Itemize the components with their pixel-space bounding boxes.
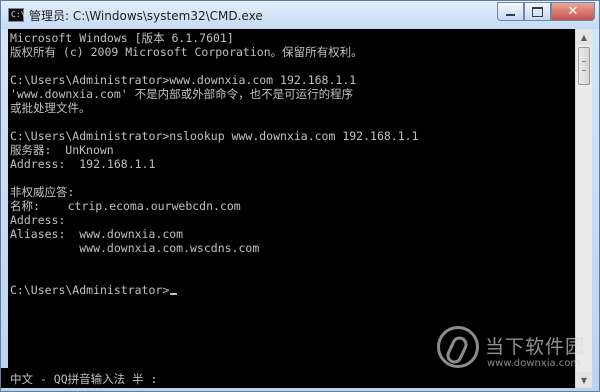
cmd-app-icon[interactable]: C:\: [8, 8, 26, 22]
console-line: Microsoft Windows [版本 6.1.7601]: [10, 31, 234, 45]
cmd-window: C:\ 管理员: C:\Windows\system32\CMD.exe ✕ M…: [0, 0, 600, 392]
console-line: C:\Users\Administrator>nslookup www.down…: [10, 129, 419, 143]
window-title: 管理员: C:\Windows\system32\CMD.exe: [29, 9, 263, 23]
scroll-thumb[interactable]: [578, 47, 590, 85]
close-icon: ✕: [567, 4, 579, 19]
title-bar[interactable]: C:\ 管理员: C:\Windows\system32\CMD.exe ✕: [1, 1, 599, 29]
console-line: 名称: ctrip.ecoma.ourwebcdn.com: [10, 199, 241, 213]
prompt-line: C:\Users\Administrator>: [10, 283, 178, 297]
window-controls: ✕: [497, 2, 595, 21]
minimize-button[interactable]: [497, 2, 524, 21]
console-line: 版权所有 (c) 2009 Microsoft Corporation。保留所有…: [10, 45, 363, 59]
cmd-icon-label: C:\: [11, 10, 26, 19]
console-line: 非权威应答:: [10, 185, 75, 199]
prompt-text: C:\Users\Administrator>: [10, 283, 170, 297]
console-line: Address: 192.168.1.1: [10, 157, 156, 171]
scroll-up-button[interactable]: ▲: [576, 29, 592, 45]
console-line: 服务器: UnKnown: [10, 143, 114, 157]
minimize-icon: [506, 13, 515, 16]
watermark: 当下软件园 www.downxia.com: [437, 326, 587, 381]
chevron-up-icon: ▲: [580, 32, 588, 42]
console-line: 或批处理文件。: [10, 101, 91, 115]
close-button[interactable]: ✕: [551, 2, 595, 21]
watermark-name: 当下软件园: [485, 336, 586, 358]
maximize-icon: [532, 6, 543, 17]
console-line: 'www.downxia.com' 不是内部或外部命令，也不是可运行的程序: [10, 87, 354, 101]
text-cursor: [170, 293, 178, 295]
watermark-url: www.downxia.com: [487, 358, 581, 369]
ime-status-text: 中文 - QQ拼音输入法 半 :: [10, 372, 158, 386]
console-line: www.downxia.com.wscdns.com: [10, 241, 260, 255]
maximize-button[interactable]: [524, 2, 551, 21]
ime-status-bar: 中文 - QQ拼音输入法 半 :: [1, 368, 211, 388]
console-line: Address:: [10, 213, 66, 227]
watermark-logo-icon: [437, 326, 479, 368]
console-line: Aliases: www.downxia.com: [10, 227, 184, 241]
console-line: C:\Users\Administrator>www.downxia.com 1…: [10, 73, 357, 87]
